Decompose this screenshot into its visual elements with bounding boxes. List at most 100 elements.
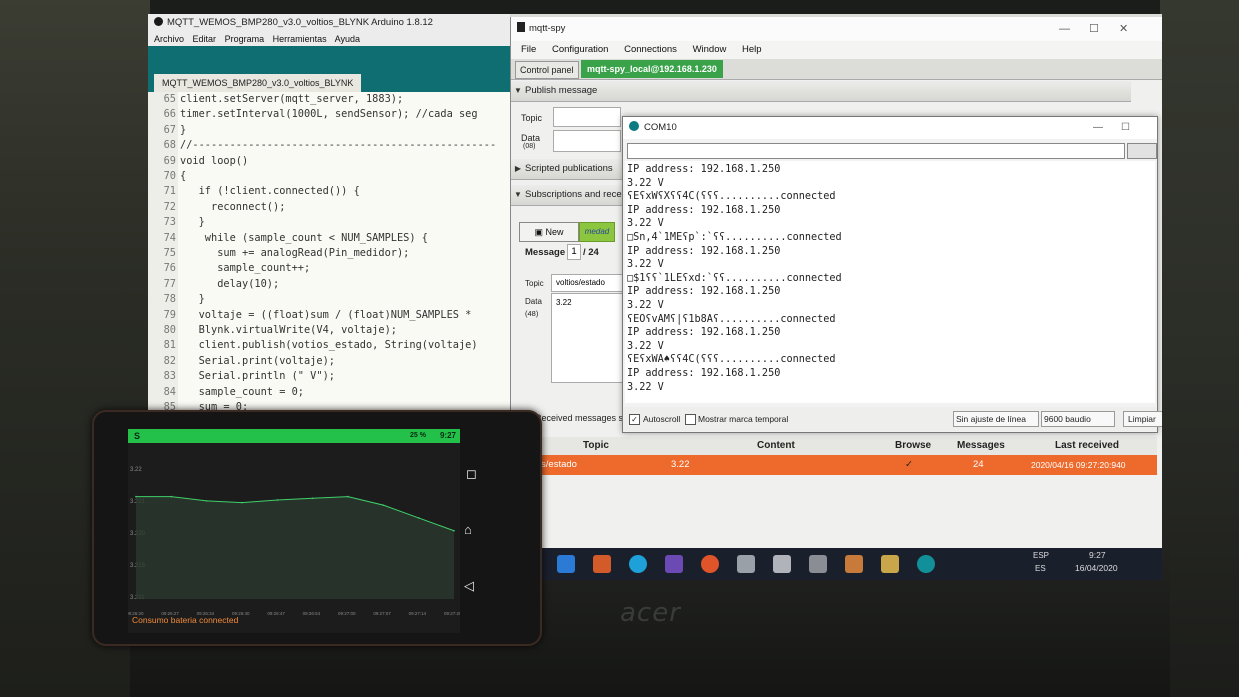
clock-time[interactable]: 9:27 bbox=[1089, 550, 1106, 560]
message-index-input[interactable]: 1 bbox=[567, 244, 581, 260]
background-right bbox=[1160, 0, 1239, 697]
code-line: 84 sample_count = 0; bbox=[148, 385, 304, 400]
autoscroll-checkbox[interactable]: ✓ bbox=[629, 414, 640, 425]
network-icon[interactable] bbox=[809, 555, 827, 573]
baud-select[interactable]: 9600 baudio bbox=[1041, 411, 1115, 427]
arduino-taskbar-icon[interactable] bbox=[917, 555, 935, 573]
mqtt-spy-taskbar-icon[interactable] bbox=[881, 555, 899, 573]
serial-line: □Sn,4`1MEʕp`:`ʕʕ..........connected bbox=[627, 232, 842, 243]
msg-data-hint: (48) bbox=[525, 309, 539, 318]
code-line: 65 client.setServer(mqtt_server, 1883); bbox=[148, 92, 404, 107]
menu-file[interactable]: File bbox=[521, 44, 536, 55]
menu-archivo[interactable]: Archivo bbox=[154, 34, 184, 44]
col-content[interactable]: Content bbox=[757, 437, 795, 455]
arduino-window: MQTT_WEMOS_BMP280_v3.0_voltios_BLYNK Ard… bbox=[148, 14, 510, 414]
col-messages[interactable]: Messages bbox=[957, 437, 1005, 455]
app-letter: S bbox=[134, 431, 141, 441]
serial-line: ʕEʕxWA♠ʕʕ4C(ʕʕʕ..........connected bbox=[627, 354, 836, 366]
menu-herramientas[interactable]: Herramientas bbox=[273, 34, 327, 44]
back-icon[interactable]: ◁ bbox=[464, 578, 474, 594]
col-last-received[interactable]: Last received bbox=[1055, 437, 1119, 455]
code-line: 76 sample_count++; bbox=[148, 261, 311, 276]
serial-send-button[interactable] bbox=[1127, 143, 1157, 159]
maximize-icon[interactable]: ☐ bbox=[1089, 17, 1099, 41]
tab-connection[interactable]: mqtt-spy_local@192.168.1.230 bbox=[581, 60, 723, 78]
home-icon[interactable]: ⌂ bbox=[464, 522, 472, 537]
scripted-header-label: Scripted publications bbox=[525, 163, 613, 174]
line-number: 81 bbox=[163, 339, 176, 352]
tab-control-panel[interactable]: Control panel bbox=[515, 61, 579, 79]
code-editor[interactable]: 65 client.setServer(mqtt_server, 1883); 66… bbox=[148, 92, 510, 414]
line-number: 83 bbox=[163, 370, 176, 383]
col-browse[interactable]: Browse bbox=[895, 437, 931, 455]
data-point bbox=[382, 504, 385, 506]
serial-send-input[interactable] bbox=[627, 143, 1125, 159]
visual-studio-icon[interactable] bbox=[665, 555, 683, 573]
clear-button[interactable]: Limpiar bbox=[1123, 411, 1162, 427]
menu-help[interactable]: Help bbox=[742, 44, 762, 55]
menu-ayuda[interactable]: Ayuda bbox=[335, 34, 360, 44]
app-icon[interactable] bbox=[593, 555, 611, 573]
chevron-right-icon: ▶ bbox=[514, 164, 522, 173]
data-point bbox=[453, 529, 455, 532]
lang-indicator[interactable]: ESP bbox=[1033, 551, 1049, 560]
line-number: 65 bbox=[163, 93, 176, 105]
media-icon[interactable] bbox=[845, 555, 863, 573]
code-line: 72 reconnect(); bbox=[148, 200, 286, 215]
timestamp-checkbox[interactable] bbox=[685, 414, 696, 425]
minimize-icon[interactable]: — bbox=[1093, 117, 1103, 139]
col-topic[interactable]: Topic bbox=[583, 437, 609, 455]
code-line: 66 timer.setInterval(1000L, sendSensor); … bbox=[148, 107, 478, 122]
serial-output: IP address: 192.168.1.250 3.22 V ʕEʕxWʕXʕʕ… bbox=[625, 161, 1155, 403]
msg-data-field[interactable]: 3.22 bbox=[551, 293, 623, 383]
close-icon[interactable]: ✕ bbox=[1119, 17, 1128, 41]
new-subscription-button[interactable]: ▣ New bbox=[519, 222, 579, 242]
opera-icon[interactable] bbox=[701, 555, 719, 573]
maximize-icon[interactable]: ☐ bbox=[1121, 117, 1130, 139]
publish-section-header[interactable]: ▼ Publish message bbox=[511, 81, 1131, 102]
serial-line: 3.22 V bbox=[627, 340, 664, 352]
data-point bbox=[417, 517, 420, 519]
publish-data-input[interactable] bbox=[553, 130, 621, 152]
subscriptions-table-header: Topic Content Browse Messages Last recei… bbox=[511, 437, 1157, 455]
serial-line: IP address: 192.168.1.250 bbox=[627, 368, 781, 379]
serial-line: IP address: 192.168.1.250 bbox=[627, 286, 781, 298]
line-number: 74 bbox=[163, 231, 176, 244]
menu-window[interactable]: Window bbox=[693, 44, 727, 55]
serial-line: □$1ʕʕ`1LEʕxd:`ʕʕ..........connected bbox=[627, 272, 842, 284]
menu-configuration[interactable]: Configuration bbox=[552, 44, 609, 55]
sketch-tab[interactable]: MQTT_WEMOS_BMP280_v3.0_voltios_BLYNK bbox=[154, 74, 362, 92]
new-icon: ▣ bbox=[534, 227, 546, 237]
recent-apps-icon[interactable]: ◻ bbox=[466, 466, 477, 482]
code-text: { bbox=[180, 170, 187, 182]
voltage-chart[interactable]: 3.223.2213.2203.2153.21109:26:2009:26:27… bbox=[128, 449, 460, 619]
data-point bbox=[205, 500, 208, 502]
msg-topic-field[interactable]: voltios/estado bbox=[551, 274, 629, 292]
brand-logo: acer bbox=[620, 598, 681, 628]
medad-tab[interactable]: medad bbox=[579, 222, 615, 242]
serial-line: ʕEOʕvAMʕ|ʕ1b8Aʕ..........connected bbox=[627, 313, 836, 325]
serial-line: ʕEʕxWʕXʕʕ4C(ʕʕʕ..........connected bbox=[627, 191, 836, 203]
code-line: 70 { bbox=[148, 169, 187, 184]
spy-app-icon bbox=[517, 22, 525, 32]
menu-connections[interactable]: Connections bbox=[624, 44, 677, 55]
browse-checkbox[interactable]: ✓ bbox=[905, 455, 913, 475]
menu-editar[interactable]: Editar bbox=[193, 34, 217, 44]
serial-line: IP address: 192.168.1.250 bbox=[627, 245, 781, 257]
code-line: 80 Blynk.virtualWrite(V4, voltaje); bbox=[148, 323, 397, 338]
publish-topic-input[interactable] bbox=[553, 107, 621, 127]
code-line: 74 while (sample_count < NUM_SAMPLES) { bbox=[148, 231, 428, 246]
line-number: 69 bbox=[163, 154, 176, 167]
line-ending-select[interactable]: Sin ajuste de línea bbox=[953, 411, 1039, 427]
x-tick-label: 09:27:14 bbox=[409, 611, 427, 616]
table-row[interactable]: tios/estado 3.22 ✓ 24 2020/04/16 09:27:2… bbox=[511, 455, 1157, 475]
mail-icon[interactable] bbox=[557, 555, 575, 573]
phone-statusbar: S 25 % 9:27 bbox=[128, 429, 460, 443]
msg-data-label: Data bbox=[525, 297, 542, 306]
app2-icon[interactable] bbox=[737, 555, 755, 573]
edge-icon[interactable] bbox=[629, 555, 647, 573]
menu-programa[interactable]: Programa bbox=[225, 34, 265, 44]
minimize-icon[interactable]: — bbox=[1059, 17, 1070, 41]
code-text: timer.setInterval(1000L, sendSensor); //… bbox=[180, 108, 478, 121]
calculator-icon[interactable] bbox=[773, 555, 791, 573]
